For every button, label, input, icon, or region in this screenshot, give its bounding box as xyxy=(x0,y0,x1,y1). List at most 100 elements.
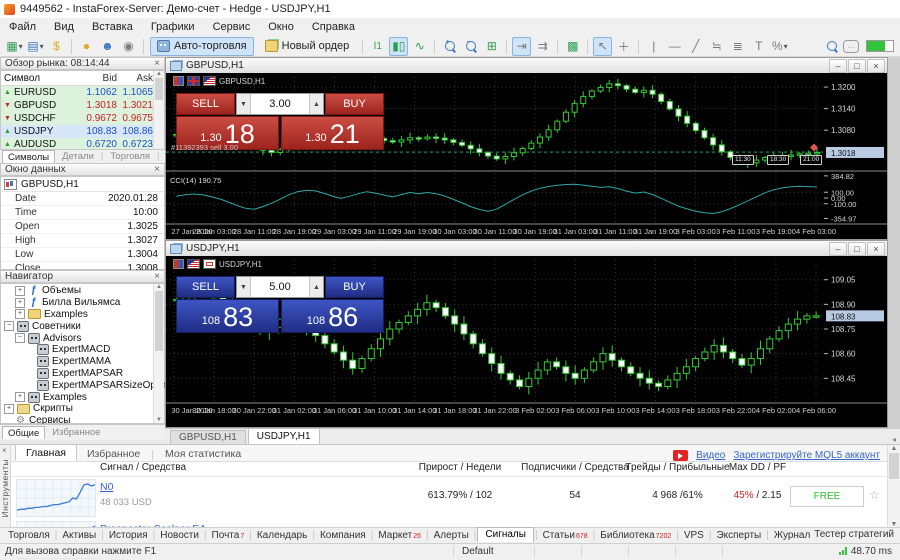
menu-window[interactable]: Окно xyxy=(259,21,303,33)
bottom-tab-Журнал[interactable]: Журнал xyxy=(770,530,815,541)
objects-icon[interactable]: ▩ xyxy=(563,37,582,56)
payments-icon[interactable]: ● xyxy=(77,37,96,56)
signal-row[interactable]: N0 48 033 USD 613.79% / 102 54 4 968 /61… xyxy=(11,476,888,518)
bar-chart-icon[interactable]: ⅼ1 xyxy=(368,37,387,56)
cursor-icon[interactable]: ↖ xyxy=(593,37,612,56)
expand-icon[interactable]: + xyxy=(15,309,25,319)
tile-windows-icon[interactable]: ⊞ xyxy=(482,37,501,56)
navigator-item-Скрипты[interactable]: +Скрипты xyxy=(1,403,164,415)
navigator-item-ExpertMACD[interactable]: ExpertMACD xyxy=(1,344,164,356)
collapse-icon[interactable]: − xyxy=(4,321,14,331)
navigator-item-Examples[interactable]: +Examples xyxy=(1,309,164,321)
symbol-row-eurusd[interactable]: ▲EURUSD 1.1062 1.1065 xyxy=(1,86,164,99)
menu-charts[interactable]: Графики xyxy=(142,21,204,33)
tab-favorites[interactable]: Избранное xyxy=(77,446,150,461)
volume-down-icon[interactable]: ▼ xyxy=(237,94,251,114)
one-click-toggle-icon[interactable] xyxy=(173,259,184,269)
menu-insert[interactable]: Вставка xyxy=(83,21,142,33)
tab-favorites[interactable]: Избранное xyxy=(47,427,105,439)
bottom-tab-Алерты[interactable]: Алерты xyxy=(430,530,473,541)
status-profile[interactable]: Default xyxy=(453,546,534,557)
auto-trading-button[interactable]: Авто-торговля xyxy=(150,37,254,56)
volume-stepper[interactable]: ▼ 3.00 ▲ xyxy=(236,93,324,115)
navigator-item-ExpertMAMA[interactable]: ExpertMAMA xyxy=(1,356,164,368)
tab-trade[interactable]: Торговля xyxy=(105,151,155,163)
candlestick-chart-icon[interactable]: ▮▯ xyxy=(389,37,408,56)
bottom-tab-Почта[interactable]: Почта7 xyxy=(208,530,249,541)
expand-icon[interactable]: + xyxy=(15,286,25,296)
fibonacci-icon[interactable]: ≒ xyxy=(707,37,726,56)
close-icon[interactable]: × xyxy=(154,272,160,282)
new-order-button[interactable]: Новый ордер xyxy=(258,37,357,56)
symbol-row-usdjpy[interactable]: ▲USDJPY 108.83 108.86 xyxy=(1,125,164,138)
bottom-tab-История[interactable]: История xyxy=(105,530,152,541)
gbpusd-window-titlebar[interactable]: GBPUSD,H1 – □ × xyxy=(166,58,887,73)
bottom-tab-Библиотека[interactable]: Библиотека7202 xyxy=(596,530,675,541)
shift-end-icon[interactable]: ⇥ xyxy=(512,37,531,56)
buy-button[interactable]: BUY xyxy=(325,276,384,298)
navigator-scrollbar[interactable]: ▲▼ xyxy=(153,284,164,423)
tab-my-statistics[interactable]: Моя статистика xyxy=(155,446,251,461)
star-icon[interactable]: ☆ xyxy=(869,488,880,502)
mql5-register-link[interactable]: Зарегистрируйте MQL5 аккаунт xyxy=(733,450,880,461)
video-icon[interactable] xyxy=(673,450,688,461)
tab-home[interactable]: Главная xyxy=(15,444,77,461)
tab-common[interactable]: Общие xyxy=(2,426,45,439)
bottom-tab-Календарь[interactable]: Календарь xyxy=(253,530,311,541)
chat-icon[interactable]: … xyxy=(843,40,859,53)
tab-details[interactable]: Детали xyxy=(57,151,99,163)
menu-help[interactable]: Справка xyxy=(303,21,364,33)
bottom-tab-Новости[interactable]: Новости xyxy=(156,530,203,541)
volume-value[interactable]: 5.00 xyxy=(251,277,309,297)
channel-icon[interactable]: ≣ xyxy=(728,37,747,56)
symbol-row-usdchf[interactable]: ▼USDCHF 0.9672 0.9675 xyxy=(1,112,164,125)
usdjpy-window-titlebar[interactable]: USDJPY,H1 – □ × xyxy=(166,241,887,256)
buy-price[interactable]: 1.3021 xyxy=(281,116,384,150)
strategy-tester-label[interactable]: Тестер стратегий xyxy=(814,529,894,540)
community-icon[interactable]: ☻ xyxy=(98,37,117,56)
line-chart-icon[interactable]: ∿ xyxy=(410,37,429,56)
horizontal-line-icon[interactable]: — xyxy=(665,37,684,56)
minimize-icon[interactable]: – xyxy=(829,59,847,73)
video-link[interactable]: Видео xyxy=(696,450,725,461)
trendline-icon[interactable]: ╱ xyxy=(686,37,705,56)
expand-icon[interactable]: + xyxy=(15,298,25,308)
vertical-line-icon[interactable]: | xyxy=(644,37,663,56)
broadcast-icon[interactable]: ◉ xyxy=(119,37,138,56)
close-icon[interactable]: × xyxy=(154,165,160,175)
close-icon[interactable]: × xyxy=(867,59,885,73)
new-chart-icon[interactable]: ▦▾ xyxy=(5,37,24,56)
close-icon[interactable]: × xyxy=(867,242,885,256)
auto-scroll-icon[interactable]: ⇉ xyxy=(533,37,552,56)
profiles-icon[interactable]: ▤▾ xyxy=(26,37,45,56)
zoom-in-icon[interactable]: + xyxy=(440,37,459,56)
bottom-tab-Активы[interactable]: Активы xyxy=(58,530,100,541)
bottom-tab-Торговля[interactable]: Торговля xyxy=(4,530,54,541)
bottom-tab-Эксперты[interactable]: Эксперты xyxy=(712,530,765,541)
volume-stepper[interactable]: ▼ 5.00 ▲ xyxy=(236,276,324,298)
navigator-item-ExpertMAPSARSizeOptim[interactable]: ExpertMAPSARSizeOptim xyxy=(1,379,164,391)
market-icon[interactable]: $ xyxy=(47,37,66,56)
bottom-tab-Сигналы[interactable]: Сигналы xyxy=(477,527,534,542)
collapse-icon[interactable]: − xyxy=(15,333,25,343)
menu-service[interactable]: Сервис xyxy=(204,21,260,33)
volume-down-icon[interactable]: ▼ xyxy=(237,277,251,297)
maximize-icon[interactable]: □ xyxy=(848,242,866,256)
connection-status[interactable]: 48.70 ms xyxy=(839,546,900,557)
text-icon[interactable]: T xyxy=(749,37,768,56)
buy-button[interactable]: BUY xyxy=(325,93,384,115)
menu-file[interactable]: Файл xyxy=(0,21,45,33)
bottom-tab-Компания[interactable]: Компания xyxy=(316,530,370,541)
tab-scroll-left-icon[interactable]: ◂ xyxy=(892,435,900,444)
sell-button[interactable]: SELL xyxy=(176,276,235,298)
one-click-toggle-icon[interactable] xyxy=(173,76,184,86)
symbol-row-gbpusd[interactable]: ▼GBPUSD 1.3018 1.3021 xyxy=(1,99,164,112)
close-icon[interactable]: × xyxy=(154,59,160,69)
usdjpy-chart-canvas[interactable]: 30 Jan 202030 Jan 18:0030 Jan 22:0031 Ja… xyxy=(166,256,887,427)
menu-view[interactable]: Вид xyxy=(45,21,83,33)
bottom-tab-Маркет[interactable]: Маркет26 xyxy=(374,530,425,541)
signal-name-link[interactable]: N0 xyxy=(100,481,113,493)
volume-up-icon[interactable]: ▲ xyxy=(309,94,323,114)
search-icon[interactable] xyxy=(822,37,841,56)
chart-tab-gbpusd[interactable]: GBPUSD,H1 xyxy=(170,430,246,444)
